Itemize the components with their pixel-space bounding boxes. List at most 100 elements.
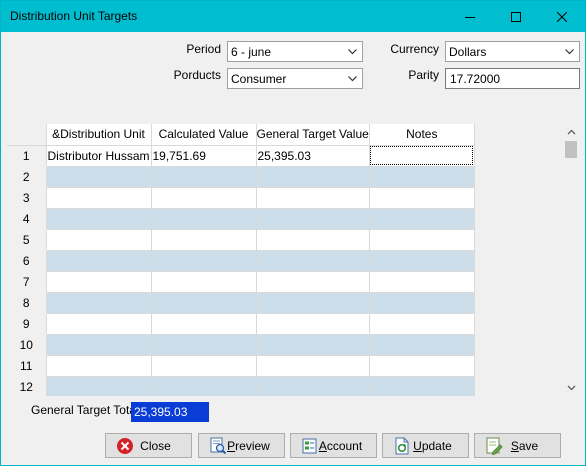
row-number: 11 xyxy=(7,355,47,377)
scroll-thumb[interactable] xyxy=(565,141,577,158)
row-number: 7 xyxy=(7,271,47,293)
preview-icon xyxy=(210,437,227,455)
chevron-up-icon xyxy=(567,129,575,135)
table-row[interactable]: 1 Distributor Hussam 19,751.69 25,395.03 xyxy=(7,145,475,167)
scroll-up-button[interactable] xyxy=(562,124,580,141)
cell-notes[interactable] xyxy=(369,166,475,188)
cell-calculated-value[interactable] xyxy=(151,250,257,272)
minimize-button[interactable] xyxy=(447,1,493,32)
parity-input[interactable]: 17.72000 xyxy=(445,68,580,89)
cell-distribution-unit[interactable] xyxy=(46,376,152,396)
cell-distribution-unit[interactable] xyxy=(46,187,152,209)
cell-distribution-unit[interactable] xyxy=(46,271,152,293)
cell-general-target-value[interactable] xyxy=(256,313,370,335)
cell-notes[interactable] xyxy=(369,313,475,335)
app-window: Distribution Unit Targets Period 6 - jun… xyxy=(0,0,586,466)
cell-notes[interactable] xyxy=(369,229,475,251)
cell-notes[interactable] xyxy=(369,187,475,209)
cell-calculated-value[interactable] xyxy=(151,292,257,314)
column-header-notes[interactable]: Notes xyxy=(369,124,475,146)
table-row[interactable]: 9 xyxy=(7,313,475,335)
parity-value: 17.72000 xyxy=(450,72,501,86)
preview-button[interactable]: Preview xyxy=(198,433,285,458)
account-button[interactable]: Account xyxy=(290,433,377,458)
cell-distribution-unit[interactable]: Distributor Hussam xyxy=(46,145,152,167)
cell-notes[interactable] xyxy=(369,208,475,230)
cell-distribution-unit[interactable] xyxy=(46,292,152,314)
row-number: 5 xyxy=(7,229,47,251)
table-row[interactable]: 5 xyxy=(7,229,475,251)
account-button-label: Account xyxy=(318,438,363,453)
cell-general-target-value[interactable] xyxy=(256,208,370,230)
cell-calculated-value[interactable] xyxy=(151,313,257,335)
cell-calculated-value[interactable] xyxy=(151,229,257,251)
products-label: Porducts xyxy=(173,68,221,82)
general-target-total-value: 25,395.03 xyxy=(131,402,209,422)
cell-notes[interactable] xyxy=(369,145,475,167)
cell-distribution-unit[interactable] xyxy=(46,334,152,356)
cell-general-target-value[interactable] xyxy=(256,334,370,356)
cell-general-target-value[interactable] xyxy=(256,271,370,293)
close-button[interactable]: Close xyxy=(105,433,192,458)
cell-general-target-value[interactable] xyxy=(256,292,370,314)
cell-notes[interactable] xyxy=(369,355,475,377)
cell-general-target-value[interactable] xyxy=(256,376,370,396)
table-row[interactable]: 4 xyxy=(7,208,475,230)
maximize-button[interactable] xyxy=(493,1,539,32)
cell-calculated-value[interactable] xyxy=(151,355,257,377)
column-header-distribution-unit[interactable]: &Distribution Unit xyxy=(46,124,152,146)
table-row[interactable]: 6 xyxy=(7,250,475,272)
cell-general-target-value[interactable]: 25,395.03 xyxy=(256,145,370,167)
cell-calculated-value[interactable] xyxy=(151,334,257,356)
grid-corner xyxy=(7,124,47,146)
cell-calculated-value[interactable] xyxy=(151,208,257,230)
column-header-general-target-value[interactable]: General Target Value xyxy=(256,124,370,146)
cell-notes[interactable] xyxy=(369,376,475,396)
cell-distribution-unit[interactable] xyxy=(46,166,152,188)
cell-notes[interactable] xyxy=(369,334,475,356)
table-row[interactable]: 11 xyxy=(7,355,475,377)
window-close-button[interactable] xyxy=(539,1,585,32)
period-select[interactable]: 6 - june xyxy=(227,41,363,62)
cell-distribution-unit[interactable] xyxy=(46,250,152,272)
table-row[interactable]: 12 xyxy=(7,376,475,396)
cell-notes[interactable] xyxy=(369,292,475,314)
window-title: Distribution Unit Targets xyxy=(10,9,138,23)
cell-distribution-unit[interactable] xyxy=(46,313,152,335)
table-row[interactable]: 2 xyxy=(7,166,475,188)
cell-calculated-value[interactable]: 19,751.69 xyxy=(151,145,257,167)
cell-calculated-value[interactable] xyxy=(151,166,257,188)
cell-general-target-value[interactable] xyxy=(256,166,370,188)
cell-calculated-value[interactable] xyxy=(151,187,257,209)
table-row[interactable]: 8 xyxy=(7,292,475,314)
cell-calculated-value[interactable] xyxy=(151,376,257,396)
products-select[interactable]: Consumer xyxy=(227,68,363,89)
cell-general-target-value[interactable] xyxy=(256,355,370,377)
cell-notes[interactable] xyxy=(369,250,475,272)
scroll-down-button[interactable] xyxy=(562,379,580,396)
save-button[interactable]: Save xyxy=(474,433,561,458)
cell-distribution-unit[interactable] xyxy=(46,208,152,230)
row-number: 8 xyxy=(7,292,47,314)
cell-calculated-value[interactable] xyxy=(151,271,257,293)
column-header-calculated-value[interactable]: Calculated Value xyxy=(151,124,257,146)
table-row[interactable]: 10 xyxy=(7,334,475,356)
cell-notes[interactable] xyxy=(369,271,475,293)
currency-value: Dollars xyxy=(449,45,487,59)
targets-grid[interactable]: &Distribution Unit Calculated Value Gene… xyxy=(7,124,580,396)
period-value: 6 - june xyxy=(231,45,272,59)
chevron-down-icon xyxy=(348,76,357,82)
cell-general-target-value[interactable] xyxy=(256,229,370,251)
cell-general-target-value[interactable] xyxy=(256,187,370,209)
cell-distribution-unit[interactable] xyxy=(46,355,152,377)
chevron-down-icon xyxy=(567,385,575,391)
title-bar[interactable]: Distribution Unit Targets xyxy=(1,1,585,32)
table-row[interactable]: 3 xyxy=(7,187,475,209)
grid-vertical-scrollbar[interactable] xyxy=(562,124,580,396)
currency-select[interactable]: Dollars xyxy=(445,41,580,62)
table-row[interactable]: 7 xyxy=(7,271,475,293)
cell-general-target-value[interactable] xyxy=(256,250,370,272)
row-number: 2 xyxy=(7,166,47,188)
cell-distribution-unit[interactable] xyxy=(46,229,152,251)
update-button[interactable]: Update xyxy=(382,433,469,458)
